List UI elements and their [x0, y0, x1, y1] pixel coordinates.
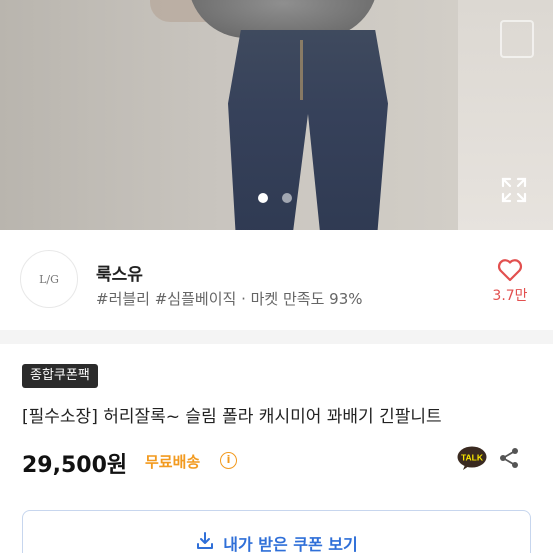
like-count: 3.7만	[492, 288, 528, 304]
product-image-gallery[interactable]	[0, 0, 553, 230]
kakao-talk-icon[interactable]: TALK	[457, 446, 487, 471]
background-glass	[500, 20, 534, 58]
free-shipping-label: 무료배송	[145, 453, 201, 471]
product-price: 29,500원	[22, 453, 128, 478]
store-tags: #러블리 #심플베이직 · 마켓 만족도 93%	[96, 290, 363, 308]
gallery-dot-2[interactable]	[282, 193, 292, 203]
view-my-coupons-label: 내가 받은 쿠폰 보기	[223, 535, 358, 553]
kakao-talk-label: TALK	[461, 453, 484, 463]
view-my-coupons-button[interactable]: 내가 받은 쿠폰 보기	[22, 510, 531, 553]
expand-icon[interactable]	[500, 176, 528, 204]
info-icon[interactable]: i	[220, 452, 237, 469]
gallery-dot-1[interactable]	[258, 193, 268, 203]
gallery-pagination	[258, 193, 292, 203]
heart-icon	[497, 259, 523, 282]
jeans-seam	[300, 40, 303, 100]
store-info[interactable]: L/G 룩스유 #러블리 #심플베이직 · 마켓 만족도 93% 3.7만	[0, 230, 553, 330]
like-button[interactable]: 3.7만	[490, 258, 530, 305]
store-logo[interactable]: L/G	[20, 250, 78, 308]
store-logo-text: L/G	[39, 272, 59, 286]
product-title: [필수소장] 허리잘록~ 슬림 폴라 캐시미어 꽈배기 긴팔니트	[22, 407, 442, 427]
download-icon	[197, 532, 214, 549]
section-divider	[0, 330, 553, 344]
share-icon[interactable]	[497, 446, 521, 470]
model-jeans	[228, 30, 388, 230]
coupon-pack-badge: 종합쿠폰팩	[22, 364, 98, 388]
store-name[interactable]: 룩스유	[96, 260, 143, 285]
